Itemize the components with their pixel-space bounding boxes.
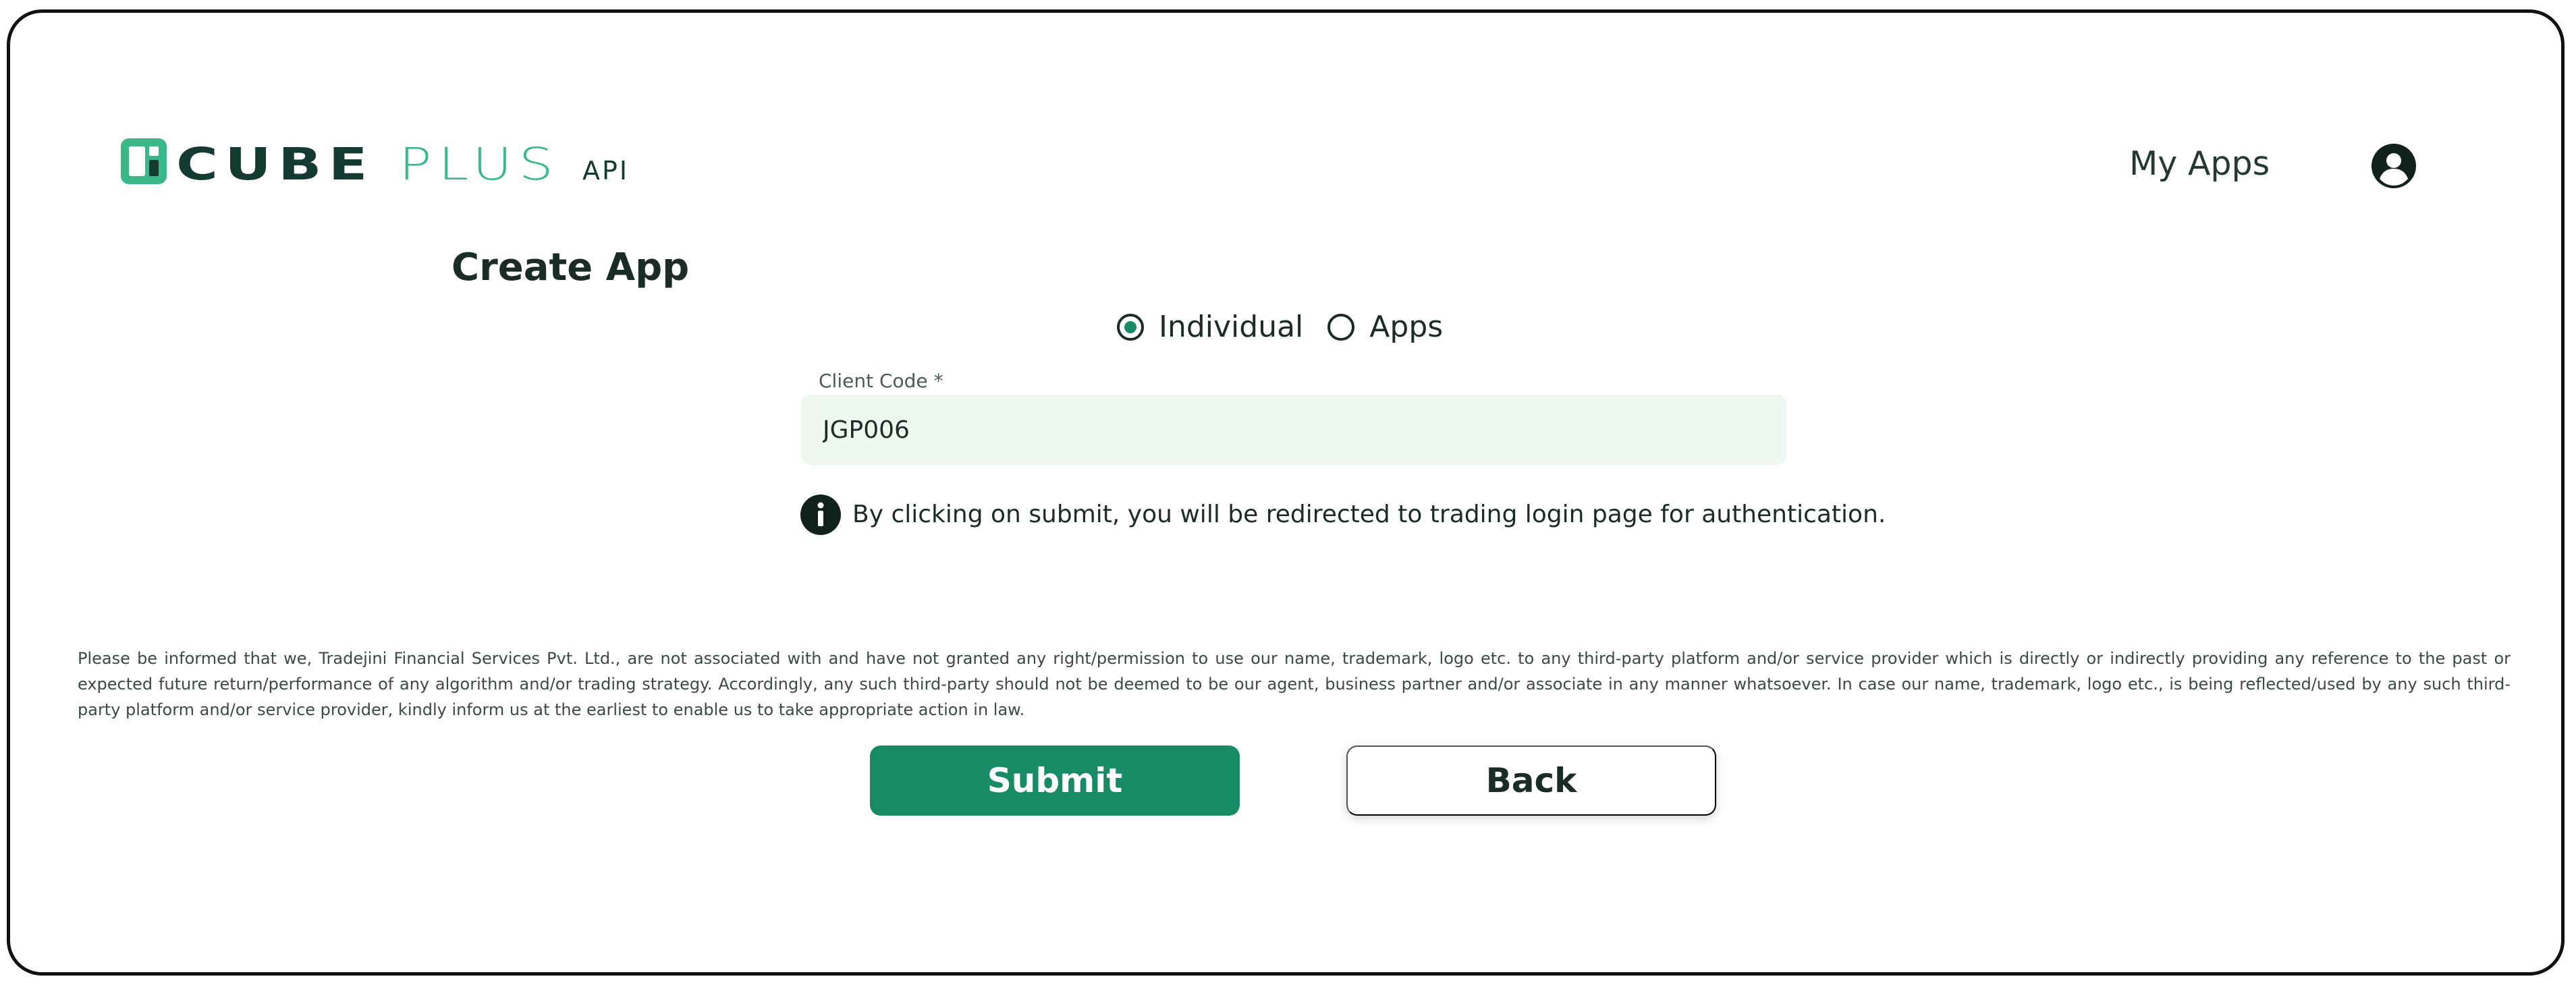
back-button[interactable]: Back xyxy=(1346,745,1716,816)
info-icon xyxy=(800,495,841,535)
client-code-field[interactable] xyxy=(801,395,1786,465)
page-title: Create App xyxy=(451,246,690,289)
client-code-label-text: Client Code xyxy=(819,370,928,392)
logo-text-plus: PLUS xyxy=(399,138,560,190)
radio-apps[interactable]: Apps xyxy=(1327,308,1443,346)
client-code-input[interactable] xyxy=(823,416,1786,444)
nav-my-apps-link[interactable]: My Apps xyxy=(2129,144,2270,184)
info-note: By clicking on submit, you will be redir… xyxy=(800,493,1886,536)
radio-individual[interactable]: Individual xyxy=(1117,308,1303,346)
legal-disclaimer: Please be informed that we, Tradejini Fi… xyxy=(78,649,2511,719)
submit-button[interactable]: Submit xyxy=(870,745,1240,816)
radio-label-apps: Apps xyxy=(1369,310,1444,344)
radio-button-checked[interactable] xyxy=(1117,314,1144,341)
user-circle-icon[interactable] xyxy=(2370,142,2417,190)
radio-button-unchecked[interactable] xyxy=(1327,314,1355,341)
app-type-radio-group: Individual Apps xyxy=(1117,307,1443,347)
app-window: CUBE PLUS API My Apps Create App Individ… xyxy=(7,9,2565,976)
cubeplus-api-logo[interactable]: CUBE PLUS API xyxy=(121,138,629,190)
radio-label-individual: Individual xyxy=(1159,310,1304,344)
required-asterisk: * xyxy=(933,370,943,392)
cubeplus-logo-icon xyxy=(121,138,167,184)
client-code-label: Client Code * xyxy=(819,369,943,393)
info-text: By clicking on submit, you will be redir… xyxy=(852,501,1886,528)
